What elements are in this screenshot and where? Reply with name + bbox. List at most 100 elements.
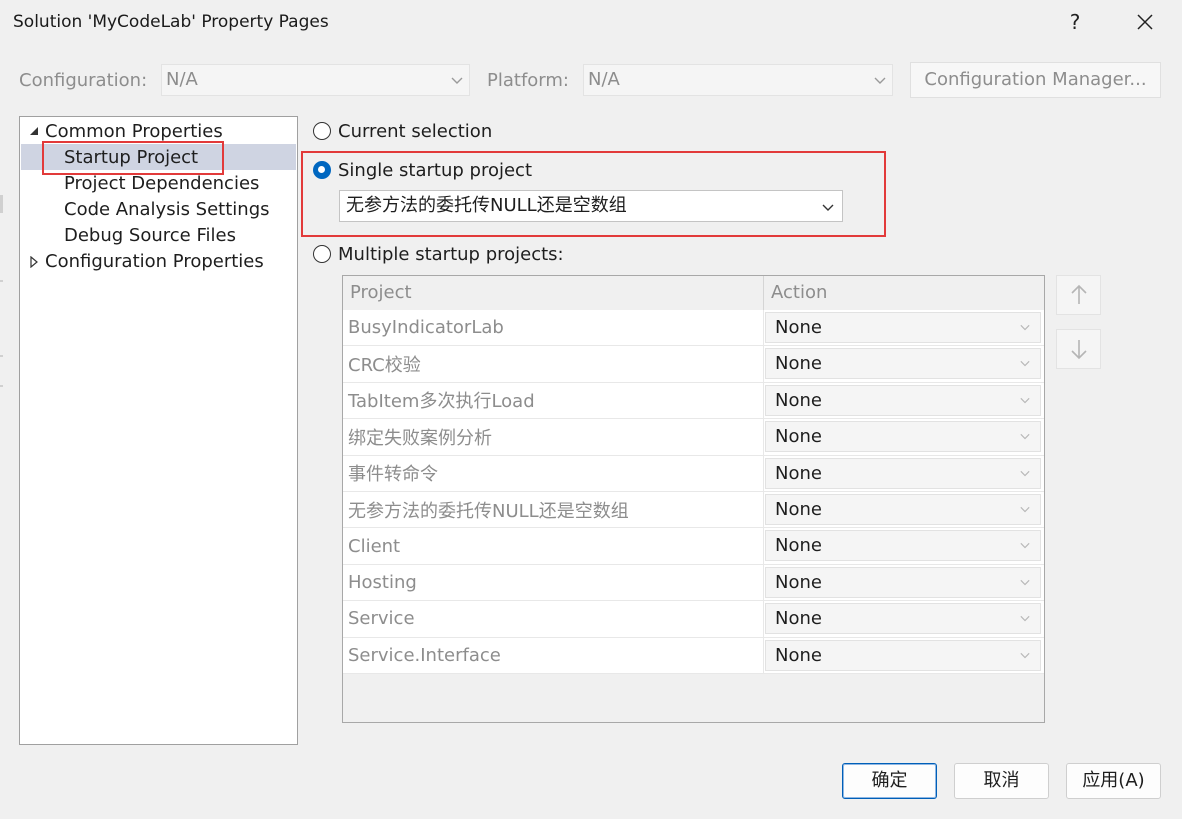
grid-header: Project Action bbox=[343, 276, 1044, 311]
multiple-startup-option[interactable]: Multiple startup projects: bbox=[313, 241, 564, 267]
chevron-down-icon bbox=[1020, 434, 1030, 440]
collapsed-arrow-icon[interactable] bbox=[28, 256, 40, 268]
configuration-manager-button[interactable]: Configuration Manager... bbox=[910, 62, 1161, 98]
action-select[interactable]: None bbox=[765, 384, 1041, 416]
window-edge-mark bbox=[0, 355, 3, 357]
tree-item-debug-source-files[interactable]: Debug Source Files bbox=[64, 223, 236, 249]
tree-item-startup-project[interactable]: Startup Project bbox=[64, 145, 198, 171]
table-row[interactable]: TabItem多次执行Load None bbox=[343, 382, 1044, 420]
table-row[interactable]: Service None bbox=[343, 601, 1044, 638]
action-value: None bbox=[775, 462, 822, 484]
column-header-project: Project bbox=[343, 276, 764, 310]
action-select[interactable]: None bbox=[765, 348, 1041, 380]
grid-body: BusyIndicatorLab None CRC校验 None TabItem多次执行… bbox=[343, 310, 1044, 674]
project-name-cell: Client bbox=[343, 528, 764, 564]
action-select[interactable]: None bbox=[765, 639, 1041, 671]
platform-value: N/A bbox=[588, 69, 620, 90]
action-select[interactable]: None bbox=[765, 312, 1041, 343]
tree-item-code-analysis-settings[interactable]: Code Analysis Settings bbox=[64, 197, 270, 223]
ok-button[interactable]: 确定 bbox=[842, 763, 937, 799]
single-startup-select[interactable]: 无参方法的委托传NULL还是空数组 bbox=[339, 190, 843, 222]
chevron-down-icon bbox=[1020, 470, 1030, 476]
configuration-label: Configuration: bbox=[19, 70, 148, 91]
action-value: None bbox=[775, 498, 822, 520]
project-name-cell: Service.Interface bbox=[343, 637, 764, 673]
project-name-cell: BusyIndicatorLab bbox=[343, 310, 764, 346]
table-row[interactable]: Hosting None bbox=[343, 564, 1044, 602]
tree-item-configuration-properties[interactable]: Configuration Properties bbox=[45, 249, 264, 275]
action-value: None bbox=[775, 644, 822, 666]
table-row[interactable]: Service.Interface None bbox=[343, 637, 1044, 674]
project-name-cell: 事件转命令 bbox=[343, 455, 764, 491]
single-startup-label: Single startup project bbox=[338, 159, 533, 181]
apply-button[interactable]: 应用(A) bbox=[1066, 763, 1161, 799]
cancel-button[interactable]: 取消 bbox=[954, 763, 1049, 799]
title-bar: Solution 'MyCodeLab' Property Pages ? bbox=[0, 0, 1182, 46]
action-value: None bbox=[775, 389, 822, 411]
project-name-cell: Service bbox=[343, 601, 764, 637]
action-select[interactable]: None bbox=[765, 603, 1041, 635]
action-select[interactable]: None bbox=[765, 457, 1041, 489]
chevron-down-icon bbox=[1020, 397, 1030, 404]
table-row[interactable]: 事件转命令 None bbox=[343, 455, 1044, 492]
single-startup-value: 无参方法的委托传NULL还是空数组 bbox=[346, 195, 627, 216]
configuration-select[interactable]: N/A bbox=[161, 64, 470, 96]
current-selection-label: Current selection bbox=[338, 120, 493, 142]
multiple-startup-label: Multiple startup projects: bbox=[338, 243, 564, 265]
move-up-button[interactable] bbox=[1056, 275, 1101, 315]
action-select[interactable]: None bbox=[765, 421, 1041, 453]
platform-label: Platform: bbox=[487, 70, 569, 91]
current-selection-option[interactable]: Current selection bbox=[313, 118, 492, 144]
radio-single-startup[interactable] bbox=[313, 161, 331, 179]
arrow-down-icon bbox=[1070, 340, 1087, 360]
single-startup-option[interactable]: Single startup project bbox=[313, 157, 532, 183]
close-icon bbox=[1137, 14, 1153, 30]
action-select[interactable]: None bbox=[765, 493, 1041, 525]
action-value: None bbox=[775, 571, 822, 593]
table-row[interactable]: 绑定失败案例分析 None bbox=[343, 419, 1044, 456]
window-title: Solution 'MyCodeLab' Property Pages bbox=[13, 12, 329, 32]
action-select[interactable]: None bbox=[765, 566, 1041, 598]
chevron-down-icon bbox=[1020, 616, 1030, 622]
tree-item-project-dependencies[interactable]: Project Dependencies bbox=[64, 171, 259, 197]
radio-multiple-startup[interactable] bbox=[313, 245, 331, 263]
chevron-down-icon bbox=[1020, 579, 1030, 586]
configuration-value: N/A bbox=[166, 69, 198, 90]
action-value: None bbox=[775, 608, 822, 630]
column-header-action: Action bbox=[771, 282, 828, 303]
window-edge-mark bbox=[0, 385, 3, 387]
project-name-cell: TabItem多次执行Load bbox=[343, 382, 764, 419]
project-name-cell: 无参方法的委托传NULL还是空数组 bbox=[343, 491, 764, 528]
action-value: None bbox=[775, 426, 822, 448]
project-name-cell: CRC校验 bbox=[343, 346, 764, 382]
table-row[interactable]: 无参方法的委托传NULL还是空数组 None bbox=[343, 491, 1044, 529]
help-icon: ? bbox=[1069, 10, 1081, 34]
window-edge-mark bbox=[0, 195, 3, 213]
tree-item-common-properties[interactable]: Common Properties bbox=[45, 119, 223, 145]
move-down-button[interactable] bbox=[1056, 329, 1101, 369]
chevron-down-icon bbox=[874, 77, 886, 84]
close-button[interactable] bbox=[1122, 4, 1168, 40]
chevron-down-icon bbox=[1020, 324, 1030, 331]
radio-current-selection[interactable] bbox=[313, 122, 331, 140]
project-name-cell: Hosting bbox=[343, 564, 764, 601]
arrow-up-icon bbox=[1070, 284, 1087, 304]
table-row[interactable]: Client None bbox=[343, 528, 1044, 565]
help-button[interactable]: ? bbox=[1052, 4, 1098, 40]
chevron-down-icon bbox=[1020, 543, 1030, 549]
multiple-startup-grid: Project Action BusyIndicatorLab None CRC校验… bbox=[342, 275, 1045, 723]
action-select[interactable]: None bbox=[765, 530, 1041, 562]
expanded-arrow-icon[interactable] bbox=[28, 125, 40, 137]
chevron-down-icon bbox=[822, 204, 834, 211]
action-value: None bbox=[775, 317, 822, 338]
action-value: None bbox=[775, 353, 822, 375]
action-value: None bbox=[775, 535, 822, 557]
table-row[interactable]: BusyIndicatorLab None bbox=[343, 310, 1044, 347]
project-name-cell: 绑定失败案例分析 bbox=[343, 419, 764, 455]
property-tree[interactable]: Common Properties Startup Project Projec… bbox=[19, 116, 298, 745]
window-edge-mark bbox=[0, 280, 3, 282]
chevron-down-icon bbox=[451, 77, 463, 84]
table-row[interactable]: CRC校验 None bbox=[343, 346, 1044, 383]
chevron-down-icon bbox=[1020, 361, 1030, 367]
platform-select[interactable]: N/A bbox=[583, 64, 893, 96]
